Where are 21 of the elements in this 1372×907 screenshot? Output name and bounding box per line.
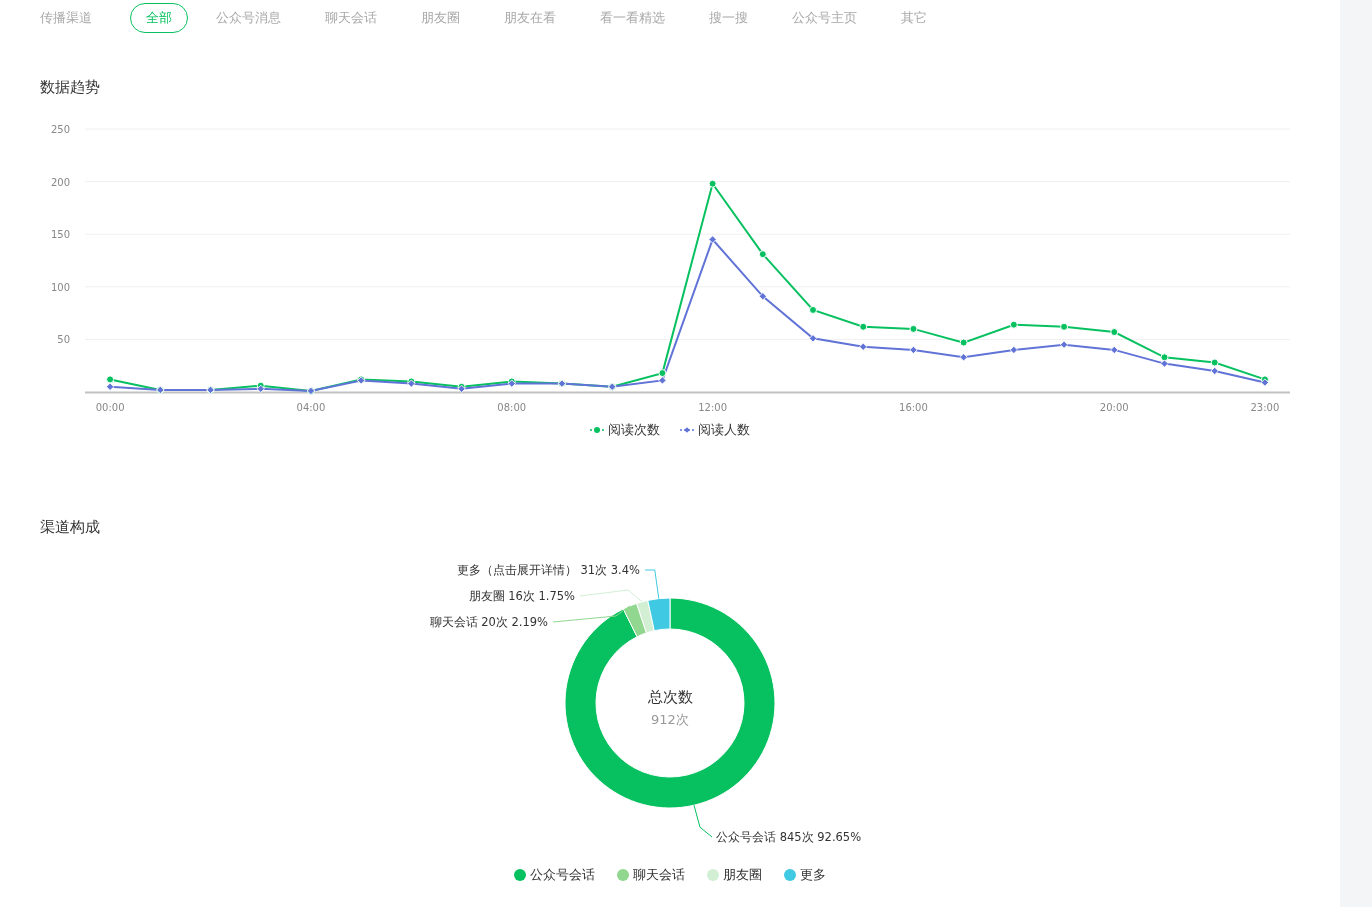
y-axis-label: 150 bbox=[50, 229, 70, 241]
slice-label: 更多（点击展开详情） 31次 3.4% bbox=[456, 563, 640, 577]
center-value: 912次 bbox=[651, 712, 689, 727]
slice-label: 朋友圈 16次 1.75% bbox=[468, 589, 575, 603]
x-axis-label: 04:00 bbox=[296, 402, 326, 413]
y-axis-label: 200 bbox=[50, 176, 70, 188]
x-axis-label: 23:00 bbox=[1250, 402, 1280, 413]
y-axis-label: 50 bbox=[57, 334, 70, 346]
section-title: 数据趋势 bbox=[39, 78, 101, 97]
y-axis-label: 250 bbox=[50, 124, 70, 135]
x-axis-label: 20:00 bbox=[1099, 402, 1129, 413]
x-axis-label: 16:00 bbox=[899, 402, 928, 413]
center-title: 总次数 bbox=[647, 688, 693, 706]
slice-label: 聊天会话 20次 2.19% bbox=[429, 615, 548, 629]
x-axis-label: 12:00 bbox=[698, 402, 727, 413]
channel-label: 传播渠道 bbox=[40, 9, 92, 27]
y-axis-label: 100 bbox=[50, 281, 70, 293]
slice-label: 公众号会话 845次 92.65% bbox=[716, 830, 862, 844]
x-axis-label: 00:00 bbox=[95, 402, 125, 413]
section-title: 渠道构成 bbox=[39, 518, 101, 537]
x-axis-label: 08:00 bbox=[497, 402, 527, 413]
